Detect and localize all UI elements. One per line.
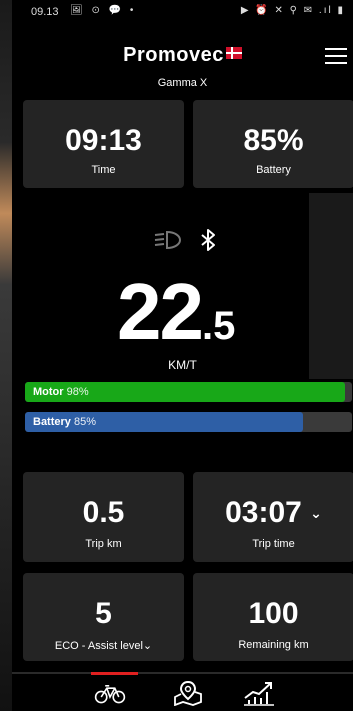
- battery-bar-value: 85%: [73, 416, 96, 428]
- headlight-icon[interactable]: [153, 229, 183, 251]
- battery-bar: Battery 85%: [25, 412, 352, 432]
- danish-flag-icon: [225, 47, 242, 59]
- motor-bar-value: 98%: [66, 386, 89, 398]
- bottom-nav-divider: [12, 672, 353, 674]
- menu-button[interactable]: [325, 48, 347, 64]
- status-left-icons: 🖼 ⊙ 💬 •: [70, 5, 137, 16]
- trip-time-card[interactable]: 03:07 ⌄ Trip time: [193, 472, 353, 562]
- time-value: 09:13: [65, 124, 142, 157]
- background-left: [0, 0, 12, 711]
- bike-model: Gamma X: [157, 77, 208, 89]
- battery-label: Battery: [256, 164, 291, 176]
- trip-km-label: Trip km: [85, 538, 122, 550]
- chevron-down-icon: ⌄: [142, 640, 153, 652]
- trip-km-value: 0.5: [82, 496, 125, 529]
- time-card: 09:13 Time: [23, 100, 184, 188]
- battery-value: 85%: [243, 124, 304, 157]
- brand-name: Promovec: [123, 44, 224, 66]
- app-screen: 09.13 🖼 ⊙ 💬 • ▶ ⏰ ✕ ⚲ ✉ .ıl ▮ Promovec G…: [12, 0, 353, 711]
- status-right-icons: ▶ ⏰ ✕ ⚲ ✉ .ıl ▮: [240, 5, 345, 16]
- menu-icon: [325, 48, 347, 50]
- bike-icon[interactable]: [94, 680, 126, 706]
- status-time: 09.13: [31, 6, 59, 18]
- remaining-km-card: 100 Remaining km: [193, 573, 353, 661]
- trip-time-label: Trip time: [252, 538, 295, 550]
- chevron-down-icon: ⌄: [310, 505, 322, 521]
- remaining-km-value: 100: [248, 597, 299, 630]
- bluetooth-icon: [201, 229, 215, 251]
- speed-integer: 22: [117, 267, 204, 356]
- battery-card: 85% Battery: [193, 100, 353, 188]
- speed-unit: KM/T: [168, 358, 197, 372]
- assist-level-value: 5: [95, 597, 112, 630]
- speed-readout: 22.5: [117, 266, 235, 358]
- map-icon[interactable]: [172, 680, 204, 706]
- nav-active-indicator: [91, 672, 138, 675]
- assist-level-card[interactable]: 5 ECO - Assist level⌄: [23, 573, 184, 661]
- brand-logo: Promovec: [12, 44, 353, 67]
- trip-km-card: 0.5 Trip km: [23, 472, 184, 562]
- stats-icon[interactable]: [243, 680, 275, 706]
- time-label: Time: [91, 164, 116, 176]
- motor-bar-label: Motor: [33, 386, 64, 398]
- speed-decimal: .5: [201, 304, 236, 348]
- remaining-km-label: Remaining km: [238, 639, 309, 651]
- side-panel: [309, 193, 353, 379]
- motor-bar: Motor 98%: [25, 382, 352, 402]
- battery-bar-label: Battery: [33, 416, 71, 428]
- status-bar: 09.13 🖼 ⊙ 💬 • ▶ ⏰ ✕ ⚲ ✉ .ıl ▮: [12, 0, 353, 24]
- trip-time-value: 03:07: [225, 496, 302, 529]
- assist-level-label: ECO - Assist level: [54, 640, 143, 652]
